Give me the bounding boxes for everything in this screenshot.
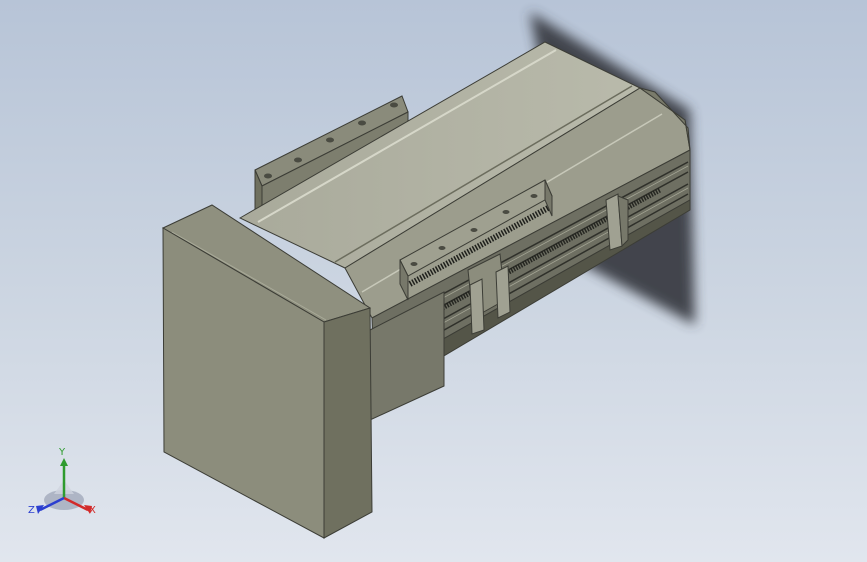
axis-y-label: Y <box>59 447 66 458</box>
3d-model-linear-actuator[interactable] <box>0 0 867 562</box>
axis-x-label: X <box>89 505 96 516</box>
front-plate-side <box>323 307 373 539</box>
coordinate-triad: Y X Z <box>26 448 102 524</box>
axis-z-label: Z <box>28 505 35 516</box>
graphics-viewport[interactable]: Y X Z <box>0 0 867 562</box>
